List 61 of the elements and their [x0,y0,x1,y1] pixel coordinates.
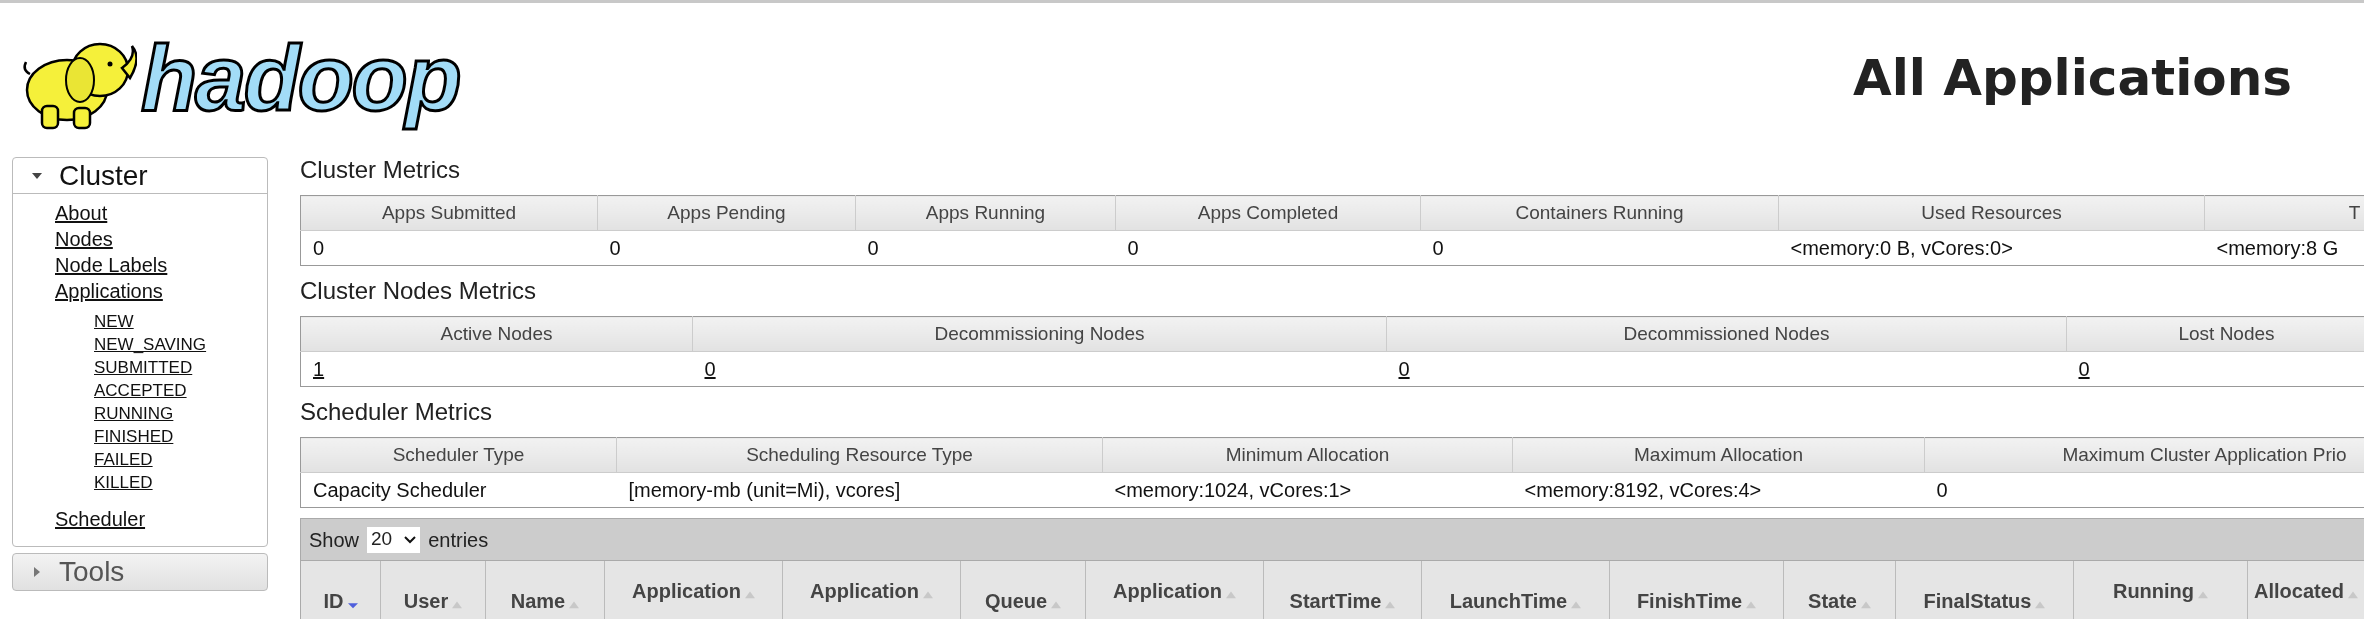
sidebar-sublink[interactable]: FAILED [94,448,153,471]
section-title: Cluster Nodes Metrics [300,276,538,306]
sidebar-sublink[interactable]: KILLED [94,471,153,494]
column-header: Apps Running [855,195,1116,231]
metric-value: <memory:0 B, vCores:0> [1790,237,2013,259]
metric-value: 0 [609,237,621,259]
column-header: Used Resources [1778,195,2205,231]
column-header: Containers Running [1420,195,1779,231]
column-header: Maximum Allocation [1512,437,1925,473]
column-header: Apps Submitted [300,195,598,231]
sidebar-link[interactable]: Nodes [55,226,113,252]
column-header: T [2204,195,2364,231]
sidebar-section-header[interactable]: Tools [13,554,267,590]
column-header: Active Nodes [300,316,693,352]
page-title: All Applications [1852,47,2292,109]
sidebar-link[interactable]: About [55,200,108,226]
metric-link[interactable]: 0 [704,358,716,380]
metric-link[interactable]: 0 [2078,358,2090,380]
column-header[interactable]: User [403,589,449,613]
metric-value: 0 [867,237,879,259]
column-header: Maximum Cluster Application Prio [1924,437,2364,473]
metric-link[interactable]: 1 [313,358,325,380]
column-header[interactable]: ID [323,589,344,613]
section-title: Scheduler Metrics [300,397,494,427]
column-header: Decommissioned Nodes [1386,316,2067,352]
metric-value: 0 [313,237,325,259]
sidebar-sublink[interactable]: SUBMITTED [94,356,193,379]
column-header[interactable]: Running [2112,579,2195,603]
metric-value: <memory:8192, vCores:4> [1524,479,1762,501]
show-label: Show [309,527,360,553]
sidebar-link[interactable]: Scheduler [55,506,146,532]
column-header[interactable]: State [1808,589,1857,613]
sidebar-sublink[interactable]: ACCEPTED [94,379,187,402]
sidebar-sublink[interactable]: NEW_SAVING [94,333,207,356]
sidebar-section-header[interactable]: Cluster [13,158,267,194]
column-header: Scheduling Resource Type [616,437,1103,473]
metric-value: [memory-mb (unit=Mi), vcores] [628,479,901,501]
logo-text: hadoop [140,26,461,131]
page-size-select[interactable]: 20 [367,526,421,553]
sidebar-link[interactable]: Applications [55,278,163,304]
column-header: Decommissioning Nodes [692,316,1387,352]
section-title: Cluster Metrics [300,155,462,185]
metric-value: <memory:8 G [2216,237,2339,259]
metric-value: 0 [1127,237,1139,259]
metric-value: Capacity Scheduler [313,479,487,501]
column-header: Scheduler Type [300,437,617,473]
metric-value: 0 [1936,479,1948,501]
metric-value: 0 [1432,237,1444,259]
column-header: Apps Pending [597,195,856,231]
entries-label: entries [428,527,489,553]
column-header: Lost Nodes [2066,316,2364,352]
sidebar-sublink[interactable]: FINISHED [94,425,174,448]
metric-value: <memory:1024, vCores:1> [1114,479,1352,501]
column-header: Apps Completed [1115,195,1421,231]
sidebar-sublink[interactable]: RUNNING [94,402,174,425]
metric-link[interactable]: 0 [1398,358,1410,380]
chevron-down-icon [404,535,417,544]
sidebar-link[interactable]: Node Labels [55,252,168,278]
sidebar-sublink[interactable]: NEW [94,310,134,333]
column-header: Minimum Allocation [1102,437,1513,473]
column-header[interactable]: Name [510,589,566,613]
